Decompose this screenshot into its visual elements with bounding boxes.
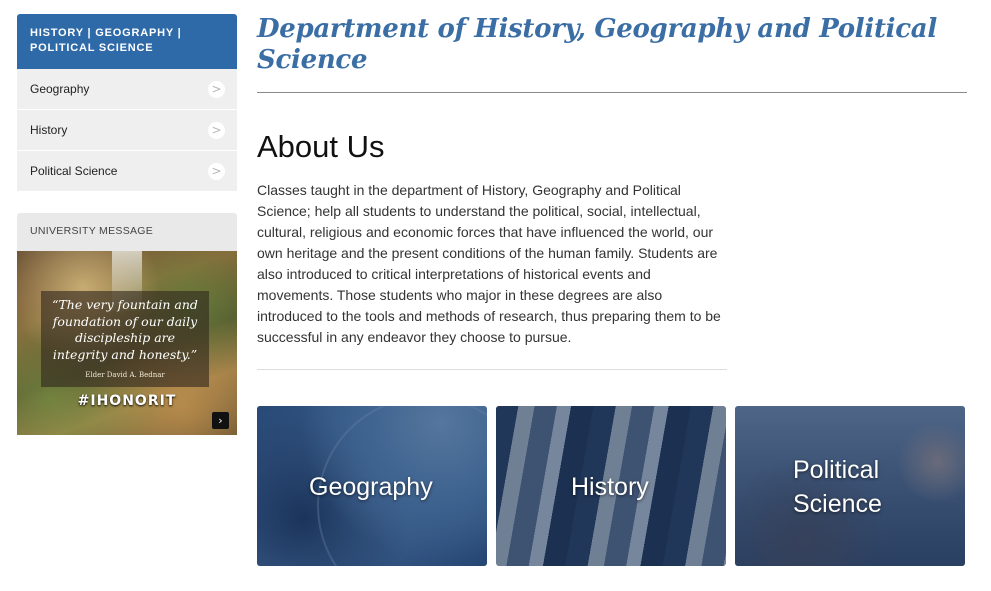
about-text: Classes taught in the department of Hist… xyxy=(257,180,727,370)
tile-geography[interactable]: Geography xyxy=(257,406,487,566)
sidebar-header[interactable]: HISTORY | GEOGRAPHY | POLITICAL SCIENCE xyxy=(17,14,237,69)
sidebar: HISTORY | GEOGRAPHY | POLITICAL SCIENCE … xyxy=(17,14,237,435)
sidebar-item-label: History xyxy=(30,123,68,137)
tile-political-science[interactable]: Political Science xyxy=(735,406,965,566)
university-message: UNIVERSITY MESSAGE “The very fountain an… xyxy=(17,213,237,435)
main-content: Department of History, Geography and Pol… xyxy=(257,14,967,370)
quote-author: Elder David A. Bednar xyxy=(85,371,165,379)
sidebar-item-label: Political Science xyxy=(30,164,118,178)
tile-label: Geography xyxy=(309,473,433,501)
tile-history[interactable]: History xyxy=(496,406,726,566)
quote-text: “The very fountain and foundation of our… xyxy=(52,297,198,362)
sidebar-item-political-science[interactable]: Political Science > xyxy=(17,151,237,192)
page-title: Department of History, Geography and Pol… xyxy=(257,14,967,93)
chevron-right-icon: > xyxy=(208,80,225,98)
university-message-header: UNIVERSITY MESSAGE xyxy=(17,213,237,251)
chevron-right-icon: > xyxy=(208,162,225,180)
university-message-image[interactable]: “The very fountain and foundation of our… xyxy=(17,251,237,435)
tile-label: History xyxy=(571,473,649,501)
tile-label: Political Science xyxy=(793,456,882,518)
sidebar-item-geography[interactable]: Geography > xyxy=(17,69,237,110)
hashtag-text: #IHONORIT xyxy=(77,393,177,409)
about-heading: About Us xyxy=(257,129,385,164)
sidebar-item-label: Geography xyxy=(30,82,90,96)
next-arrow-icon[interactable]: › xyxy=(212,412,229,429)
chevron-right-icon: > xyxy=(208,121,225,139)
program-tiles: Geography History Political Science xyxy=(257,406,967,566)
sidebar-item-history[interactable]: History > xyxy=(17,110,237,151)
